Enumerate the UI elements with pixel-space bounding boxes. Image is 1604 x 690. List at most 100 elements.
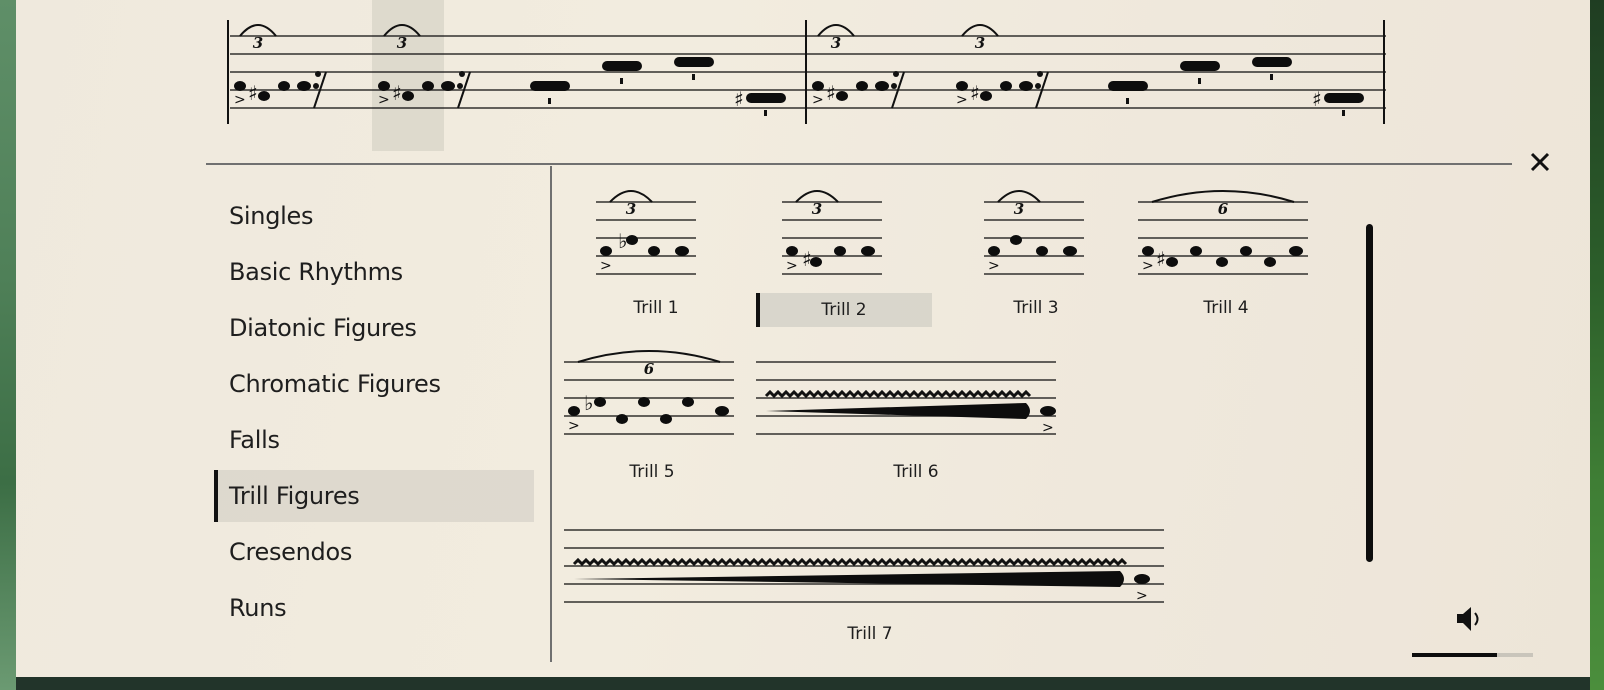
held-note [530, 81, 570, 91]
rest-dot [313, 83, 319, 89]
accent-mark: > [812, 92, 824, 108]
notation-trill-7: > [564, 529, 1164, 604]
tenuto-mark [620, 78, 623, 84]
note-head [378, 81, 390, 91]
tenuto-mark [764, 110, 767, 116]
accent-mark: > [1136, 588, 1148, 604]
tenuto-mark [1342, 110, 1345, 116]
figure-tile-trill-2[interactable]: 3 ♯ > Trill 2 [756, 190, 932, 330]
sharp-glyph: ♯ [826, 81, 836, 105]
accent-mark: > [988, 258, 1000, 274]
sharp-glyph: ♯ [1312, 87, 1322, 111]
sharp-glyph: ♯ [248, 81, 258, 105]
vertical-scrollbar[interactable] [1366, 224, 1373, 562]
held-note [1108, 81, 1148, 91]
tenuto-mark [1270, 74, 1273, 80]
notation-trill-2: 3 ♯> [782, 190, 882, 275]
tenuto-mark [1198, 78, 1201, 84]
accent-mark: > [378, 92, 390, 108]
sidebar-item-falls[interactable]: Falls [214, 414, 534, 466]
held-note [1252, 57, 1292, 67]
tenuto-mark [548, 98, 551, 104]
sharp-glyph: ♯ [734, 87, 744, 111]
sidebar-divider [550, 166, 552, 662]
figure-label: Trill 1 [633, 298, 679, 318]
rest-dot [457, 83, 463, 89]
sharp-glyph: ♯ [970, 81, 980, 105]
note-head [626, 235, 638, 245]
note-head [600, 246, 612, 256]
note-head [402, 91, 414, 101]
figure-tile-trill-5[interactable]: 6 ♭ > Trill 5 [564, 350, 740, 490]
note-head [812, 81, 824, 91]
note-head [980, 91, 992, 101]
note-head [297, 81, 311, 91]
note-head [1289, 246, 1303, 256]
notation-trill-6: > [756, 361, 1056, 436]
note-head [988, 246, 1000, 256]
figure-tile-trill-1[interactable]: 3 ♭ > Trill 1 [596, 190, 716, 330]
flat-glyph: ♭ [618, 229, 627, 253]
rest-dot [1037, 71, 1043, 77]
figure-label: Trill 2 [756, 293, 932, 327]
sidebar-item-diatonic-figures[interactable]: Diatonic Figures [214, 302, 534, 354]
figure-tile-trill-7[interactable]: > Trill 7 [564, 520, 1176, 660]
volume-slider[interactable] [1412, 653, 1533, 657]
note-head [1036, 246, 1048, 256]
tuplet-number: 3 [812, 200, 822, 218]
sharp-glyph: ♯ [1156, 247, 1166, 271]
header-divider [206, 163, 1512, 165]
sidebar-item-cresendos[interactable]: Cresendos [214, 526, 534, 578]
volume-slider-fill [1412, 653, 1497, 657]
sidebar-item-label: Singles [229, 202, 314, 230]
speaker-icon [1457, 607, 1479, 631]
held-note [674, 57, 714, 67]
accent-mark: > [786, 258, 798, 274]
note-head [836, 91, 848, 101]
tenuto-mark [1126, 98, 1129, 104]
note-head [1019, 81, 1033, 91]
note-head [715, 406, 729, 416]
sidebar-item-trill-figures[interactable]: Trill Figures [214, 470, 534, 522]
note-head [856, 81, 868, 91]
score-strip[interactable]: 3♯>3♯> ♯3♯>3♯> ♯ [226, 0, 1386, 150]
category-sidebar: Singles Basic Rhythms Diatonic Figures C… [214, 190, 534, 638]
tuplet-number: 3 [975, 34, 985, 52]
held-note [746, 93, 786, 103]
close-button[interactable] [1528, 150, 1554, 176]
tenuto-mark [692, 74, 695, 80]
note-head [834, 246, 846, 256]
figure-tile-trill-3[interactable]: 3 > Trill 3 [984, 190, 1104, 330]
note-head [616, 414, 628, 424]
note-head [234, 81, 246, 91]
tuplet-number: 6 [1218, 200, 1229, 218]
sharp-glyph: ♯ [392, 81, 402, 105]
tuplet-number: 3 [253, 34, 263, 52]
volume-button[interactable] [1454, 604, 1484, 634]
note-head [422, 81, 434, 91]
figure-label: Trill 7 [847, 624, 893, 644]
note-head [1264, 257, 1276, 267]
held-note [1180, 61, 1220, 71]
figure-label: Trill 3 [1013, 298, 1059, 318]
tuplet-number: 3 [831, 34, 841, 52]
sidebar-item-chromatic-figures[interactable]: Chromatic Figures [214, 358, 534, 410]
sidebar-item-singles[interactable]: Singles [214, 190, 534, 242]
sidebar-item-basic-rhythms[interactable]: Basic Rhythms [214, 246, 534, 298]
rest-dot [891, 83, 897, 89]
note-head [875, 81, 889, 91]
figure-tile-trill-6[interactable]: > Trill 6 [756, 350, 1076, 490]
sidebar-item-label: Runs [229, 594, 287, 622]
note-head [1063, 246, 1077, 256]
rest-dot [893, 71, 899, 77]
rest-dot [459, 71, 465, 77]
accent-mark: > [600, 258, 612, 274]
notation-trill-1: 3 ♭ > [596, 190, 696, 275]
sidebar-item-label: Cresendos [229, 538, 353, 566]
note-head [568, 406, 580, 416]
background-foliage-right [1590, 0, 1604, 690]
figure-label: Trill 4 [1203, 298, 1249, 318]
figure-tile-trill-4[interactable]: 6 ♯ > Trill 4 [1138, 190, 1314, 330]
note-head [1000, 81, 1012, 91]
sidebar-item-runs[interactable]: Runs [214, 582, 534, 634]
